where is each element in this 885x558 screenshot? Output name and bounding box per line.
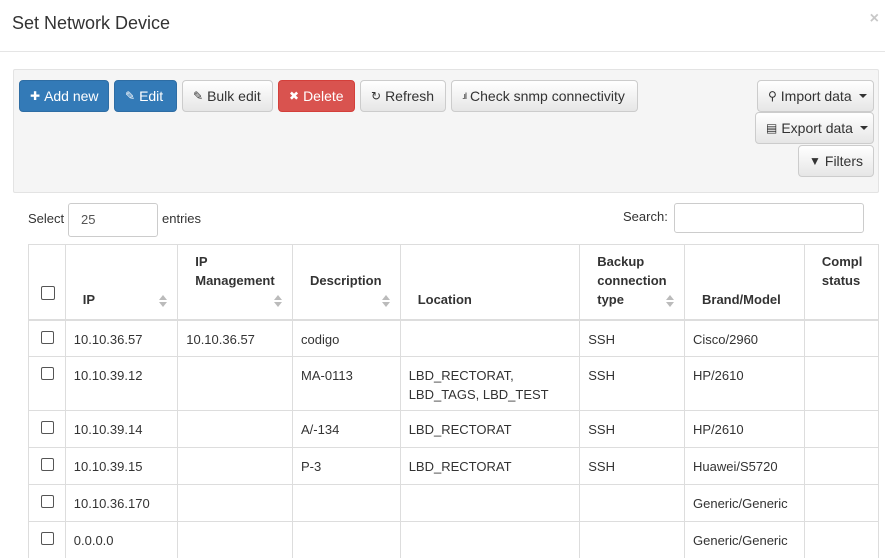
location-cell — [399, 319, 581, 357]
location-cell — [399, 484, 581, 522]
ip-management-header-line1: IP — [195, 253, 208, 269]
row-checkbox[interactable] — [41, 330, 54, 344]
description-cell — [292, 521, 401, 558]
ip-cell: 10.10.39.15 — [64, 447, 179, 485]
backup-header-line3: type — [597, 291, 624, 307]
location-cell: LBD_RECTORAT — [399, 410, 581, 448]
backup-type-cell: SSH — [579, 410, 685, 448]
table-row[interactable]: 10.10.39.12 MA-0113 LBD_RECTORAT, LBD_TAGS,… — [28, 356, 879, 411]
brand-model-header-label: Brand/Model — [702, 291, 781, 307]
description-header-label: Description — [310, 272, 382, 288]
ip-management-cell: 10.10.36.57 — [177, 319, 294, 357]
compliance-status-cell — [803, 484, 879, 522]
table-row[interactable]: 10.10.39.15 P-3 LBD_RECTORAT SSH Huawei/S572… — [28, 447, 879, 485]
brand-model-cell: Cisco/2960 — [684, 319, 805, 357]
location-cell: LBD_RECTORAT — [399, 447, 581, 485]
description-cell: codigo — [292, 319, 401, 357]
compliance-status-cell — [803, 447, 879, 485]
ip-management-cell — [177, 410, 294, 448]
table-row[interactable]: 10.10.36.57 10.10.36.57 codigo SSH Cisco/296… — [28, 319, 879, 357]
row-checkbox-cell — [28, 319, 66, 357]
sort-icon — [274, 294, 283, 307]
ip-management-cell — [177, 356, 294, 411]
table-row[interactable]: 0.0.0.0 Generic/Generic — [28, 521, 879, 558]
backup-type-cell — [579, 521, 685, 558]
location-header-label: Location — [417, 291, 472, 307]
set-network-device-dialog: Set Network Device × ✚ Add new ✎ Edit ✎ Bul… — [0, 0, 885, 558]
location-line1: LBD_RECTORAT, — [408, 368, 514, 383]
ip-header-label: IP — [82, 291, 96, 307]
backup-header-line2: connection — [597, 272, 667, 288]
brand-model-cell: Generic/Generic — [684, 521, 805, 558]
ip-cell: 10.10.36.57 — [64, 319, 179, 357]
ip-cell: 10.10.39.12 — [64, 356, 179, 411]
row-checkbox-cell — [28, 447, 66, 485]
column-header-ip-management[interactable]: IP Management — [177, 244, 294, 321]
table-viewport: IP IP Management Description Location Bac… — [0, 0, 879, 558]
description-cell — [292, 484, 401, 522]
ip-management-header-line2: Management — [195, 272, 275, 288]
sort-icon — [666, 294, 674, 307]
compliance-status-cell — [803, 356, 879, 411]
row-checkbox-cell — [28, 410, 66, 448]
brand-model-cell: HP/2610 — [684, 356, 805, 411]
column-header-backup-connection-type[interactable]: Backup connection type — [579, 244, 685, 321]
brand-model-cell: Generic/Generic — [684, 484, 805, 522]
ip-management-cell — [177, 447, 294, 485]
row-checkbox[interactable] — [41, 495, 54, 508]
table-row[interactable]: 10.10.39.14 A/-134 LBD_RECTORAT SSH HP/2610 — [28, 410, 879, 448]
compliance-status-cell — [803, 319, 879, 357]
row-checkbox-cell — [28, 356, 66, 411]
backup-type-cell: SSH — [579, 319, 685, 357]
column-header-brand-model[interactable]: Brand/Model — [684, 244, 805, 321]
column-header-ip[interactable]: IP — [64, 244, 179, 321]
compliance-status-cell — [803, 521, 879, 558]
location-line1: LBD_RECTORAT — [408, 422, 512, 437]
description-cell: MA-0113 — [292, 356, 401, 411]
location-line1: LBD_RECTORAT — [408, 459, 512, 474]
ip-cell: 10.10.36.170 — [64, 484, 179, 522]
backup-type-cell: SSH — [579, 356, 685, 411]
sort-icon — [159, 294, 168, 307]
network-devices-table: IP IP Management Description Location Bac… — [28, 244, 879, 558]
compliance-header-line1: Compl — [821, 253, 863, 269]
select-all-header — [28, 244, 66, 321]
select-all-checkbox[interactable] — [41, 285, 55, 300]
row-checkbox[interactable] — [41, 458, 54, 471]
sort-icon — [381, 294, 390, 307]
table-row[interactable]: 10.10.36.170 Generic/Generic — [28, 484, 879, 522]
description-cell: A/-134 — [292, 410, 401, 448]
compliance-header-line2: status — [821, 272, 861, 288]
backup-type-cell: SSH — [579, 447, 685, 485]
column-header-location[interactable]: Location — [399, 244, 581, 321]
backup-type-cell — [579, 484, 685, 522]
brand-model-cell: Huawei/S5720 — [684, 447, 805, 485]
table-body: 10.10.36.57 10.10.36.57 codigo SSH Cisco/296… — [28, 319, 879, 558]
brand-model-cell: HP/2610 — [684, 410, 805, 448]
description-cell: P-3 — [292, 447, 401, 485]
compliance-status-cell — [803, 410, 879, 448]
ip-cell: 10.10.39.14 — [64, 410, 179, 448]
row-checkbox-cell — [28, 484, 66, 522]
column-header-compliance-status[interactable]: Compl status — [803, 244, 879, 321]
ip-management-cell — [177, 521, 294, 558]
ip-management-cell — [177, 484, 294, 522]
location-line2: LBD_TAGS, LBD_TEST — [408, 387, 549, 402]
row-checkbox[interactable] — [41, 367, 54, 380]
location-cell — [399, 521, 581, 558]
table-header-row: IP IP Management Description Location Bac… — [28, 244, 879, 321]
row-checkbox[interactable] — [41, 532, 54, 545]
row-checkbox[interactable] — [41, 421, 54, 434]
location-cell: LBD_RECTORAT, LBD_TAGS, LBD_TEST — [399, 356, 581, 411]
column-header-description[interactable]: Description — [292, 244, 401, 321]
row-checkbox-cell — [28, 521, 66, 558]
backup-header-line1: Backup — [597, 253, 645, 269]
ip-cell: 0.0.0.0 — [64, 521, 179, 558]
